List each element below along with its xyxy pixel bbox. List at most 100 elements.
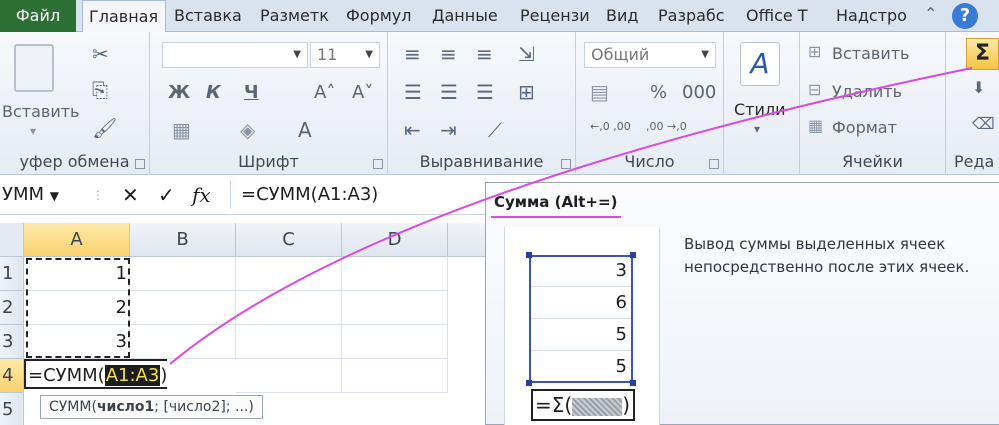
paste-icon[interactable] [14,44,54,92]
group-label-number: Число [624,152,675,171]
column-header-d[interactable]: D [342,223,448,257]
help-icon[interactable]: ? [952,3,978,29]
clipboard-launcher-icon[interactable] [135,159,145,169]
tooltip-other-args[interactable]: ; [число2]; ...) [154,399,254,415]
thousands-button[interactable]: 000 [682,82,716,103]
column-header-a[interactable]: A [24,223,130,257]
merge-center-icon[interactable]: ⊞ [518,80,535,104]
font-color-button[interactable]: A [298,118,312,142]
styles-button-label[interactable]: Стили [734,100,786,119]
insert-cells-button[interactable]: Вставить [832,44,909,63]
enter-icon[interactable]: ✓ [158,181,175,209]
tab-office-tab[interactable]: Office T [740,0,828,32]
cell-c4[interactable] [236,359,342,393]
column-header-e[interactable] [448,223,485,257]
underline-button[interactable]: Ч [244,82,259,103]
group-alignment: ≡ ≡ ≡ ⇲ ☰ ☰ ☰ ⊞ ⇤ ⇥ ⟋ Выравнивание [388,32,576,175]
formula-input[interactable]: =СУММ(А1:А3) [230,181,485,209]
fill-icon[interactable]: ⬇ [972,78,985,97]
name-box[interactable]: УММ ▼ [0,181,84,209]
tab-page-layout[interactable]: Разметк [254,0,338,32]
decrease-decimal-button[interactable]: ,00 →,0 [646,120,687,133]
currency-icon[interactable]: ▤ [590,80,609,104]
fill-color-icon[interactable]: ◈ [240,118,255,142]
borders-icon[interactable]: ▦ [172,118,191,142]
format-cells-icon[interactable]: ▦ [808,116,823,135]
ribbon-collapse-icon[interactable]: ⌃ [924,4,937,23]
alignment-launcher-icon[interactable] [561,159,571,169]
orientation-icon[interactable]: ⟋ [488,118,502,142]
bold-button[interactable]: Ж [168,82,190,103]
italic-button[interactable]: К [206,82,221,103]
mini-formula-cell: =Σ() [531,389,635,421]
cancel-icon[interactable]: ✕ [122,181,139,209]
row-header-5[interactable]: 5 [0,393,24,425]
number-format-combo[interactable]: Общий ▼ [584,42,716,68]
paste-button-label[interactable]: Вставить [2,102,79,121]
align-right-icon[interactable]: ☰ [476,80,494,104]
insert-cells-icon[interactable]: ⊞ [808,42,821,61]
align-bottom-icon[interactable]: ≡ [476,42,493,66]
paste-dropdown-icon[interactable]: ▾ [30,124,36,138]
align-middle-icon[interactable]: ≡ [440,42,457,66]
tab-formulas[interactable]: Формул [340,0,424,32]
delete-cells-button[interactable]: Удалить [832,82,902,101]
delete-cells-icon[interactable]: ⊟ [808,80,821,99]
decrease-indent-icon[interactable]: ⇤ [404,118,421,142]
tooltip-function-name[interactable]: СУММ( [49,399,97,415]
cell-c1[interactable] [236,257,342,291]
cell-b2[interactable] [130,291,236,325]
tab-developer[interactable]: Разрабс [652,0,738,32]
align-left-icon[interactable]: ☰ [404,80,422,104]
cell-c2[interactable] [236,291,342,325]
autosum-button[interactable]: Σ [966,38,999,70]
grow-font-button[interactable]: A˄ [314,82,335,103]
column-header-c[interactable]: C [236,223,342,257]
tab-review[interactable]: Рецензи [514,0,598,32]
tab-insert[interactable]: Вставка [168,0,252,32]
copy-icon[interactable]: ⎘ [92,78,108,102]
styles-icon[interactable]: A [740,42,780,86]
row-header-2[interactable]: 2 [0,291,24,325]
row-header-4[interactable]: 4 [0,359,24,393]
font-name-combo[interactable]: ▼ [162,42,308,68]
row-header-3[interactable]: 3 [0,325,24,359]
tooltip-current-arg[interactable]: число1 [97,399,154,415]
shrink-font-button[interactable]: A˅ [352,82,373,103]
percent-button[interactable]: % [650,82,667,103]
clear-icon[interactable]: ⌫ [972,114,995,133]
font-size-combo[interactable]: 11 ▼ [310,42,380,68]
increase-decimal-button[interactable]: ←,0 ,00 [590,120,631,133]
styles-dropdown-icon[interactable]: ▾ [754,122,760,136]
cell-d4[interactable] [342,359,448,393]
active-cell-a4-editor[interactable]: =СУММ(A1:A3) [24,359,168,389]
tab-view[interactable]: Вид [600,0,650,32]
tab-home[interactable]: Главная [82,0,166,33]
cell-b1[interactable] [130,257,236,291]
cell-d2[interactable] [342,291,448,325]
increase-indent-icon[interactable]: ⇥ [440,118,457,142]
format-cells-button[interactable]: Формат [832,118,897,137]
number-launcher-icon[interactable] [709,159,719,169]
resize-handle-icon[interactable]: ⋮ [92,181,104,209]
tab-addins[interactable]: Надстро [830,0,916,32]
row-header-1[interactable]: 1 [0,257,24,291]
tab-data[interactable]: Данные [426,0,512,32]
cut-icon[interactable]: ✂ [92,42,109,66]
chevron-down-icon: ▼ [293,49,301,60]
column-header-b[interactable]: B [130,223,236,257]
font-size-value: 11 [317,45,338,64]
cell-d3[interactable] [342,325,448,359]
group-label-clipboard: уфер обмена [19,152,130,171]
font-launcher-icon[interactable] [373,159,383,169]
select-all-corner[interactable] [0,223,24,257]
cell-c3[interactable] [236,325,342,359]
cell-b3[interactable] [130,325,236,359]
format-painter-icon[interactable]: 🖌 [92,116,117,140]
cell-d1[interactable] [342,257,448,291]
wrap-text-icon[interactable]: ⇲ [518,42,535,66]
tab-file[interactable]: Файл [0,0,76,32]
insert-function-icon[interactable]: fx [192,181,211,209]
align-center-icon[interactable]: ☰ [440,80,458,104]
align-top-icon[interactable]: ≡ [404,42,421,66]
